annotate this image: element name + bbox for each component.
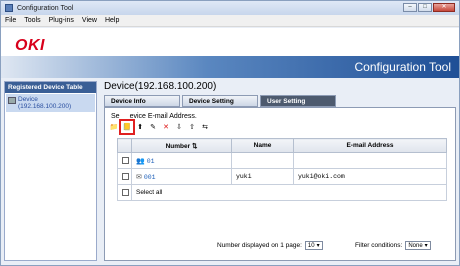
page-size-select[interactable]: 10 ▾ (304, 241, 323, 250)
row-checkbox[interactable] (122, 156, 129, 164)
row-checkbox-cell (117, 152, 132, 169)
menu-file[interactable]: File (1, 17, 20, 24)
row-checkbox[interactable] (122, 172, 129, 180)
folder-icon[interactable]: 📁 (109, 122, 119, 132)
contact-icon: ✉ (136, 173, 142, 181)
tab-device-setting[interactable]: Device Setting (182, 95, 258, 107)
page-size-label: Number displayed on 1 page: (217, 242, 302, 249)
table-row[interactable]: 👥 01 (117, 152, 447, 169)
checkbox-column-header (117, 138, 132, 153)
device-sidebar: Registered Device Table Device (192.168.… (4, 81, 97, 261)
close-button[interactable]: ✕ (433, 3, 455, 12)
window-title: Configuration Tool (17, 4, 74, 12)
device-name: Device (18, 96, 38, 103)
transfer-icon[interactable]: ⇆ (200, 122, 210, 132)
sort-icon: ⇅ (191, 142, 198, 150)
user-setting-panel: Se evice E-mail Address. 📁 📒 ⬆ ✎ ✕ ⇩ ⇧ ⇆ … (104, 107, 456, 261)
row-checkbox-cell (117, 184, 132, 201)
title-bar[interactable]: Configuration Tool – □ ✕ (1, 1, 459, 15)
oki-logo: OKI (15, 37, 45, 54)
instruction-text: Se evice E-mail Address. (111, 113, 197, 120)
number-cell: ✉ 001 (131, 168, 232, 185)
chevron-down-icon: ▾ (316, 243, 320, 249)
filter-select[interactable]: None ▾ (405, 241, 431, 250)
minimize-button[interactable]: – (403, 3, 417, 12)
menu-help[interactable]: Help (101, 17, 123, 24)
menu-view[interactable]: View (78, 17, 101, 24)
select-all-label[interactable]: Select all (131, 184, 447, 201)
toolbar: 📁 📒 ⬆ ✎ ✕ ⇩ ⇧ ⇆ (109, 119, 210, 135)
product-title: Configuration Tool (354, 60, 451, 74)
device-ip: (192.168.100.200) (18, 103, 72, 110)
delete-icon[interactable]: ✕ (161, 122, 171, 132)
name-cell: yuki (231, 168, 294, 185)
email-column-header[interactable]: E-mail Address (293, 138, 447, 153)
menu-bar: File Tools Plug-ins View Help (1, 15, 459, 27)
menu-tools[interactable]: Tools (20, 17, 44, 24)
table-row[interactable]: ✉ 001 yuki yuki@oki.com (117, 168, 447, 185)
maximize-button[interactable]: □ (418, 3, 432, 12)
number-cell: 👥 01 (131, 152, 232, 169)
chevron-down-icon: ▾ (424, 243, 428, 249)
upload-icon[interactable]: ⬆ (135, 122, 145, 132)
number-column-header[interactable]: Number ⇅ (131, 138, 232, 153)
table-header-row: Number ⇅ Name E-mail Address (117, 138, 447, 153)
sidebar-header: Registered Device Table (5, 82, 96, 93)
device-title: Device(192.168.100.200) (104, 81, 217, 92)
edit-icon[interactable]: ✎ (148, 122, 158, 132)
window-controls: – □ ✕ (403, 3, 455, 12)
device-icon (8, 97, 16, 104)
name-column-header[interactable]: Name (231, 138, 294, 153)
address-book-icon[interactable]: 📒 (119, 119, 135, 135)
email-cell: yuki@oki.com (293, 168, 447, 185)
export-icon[interactable]: ⇧ (187, 122, 197, 132)
email-cell (293, 152, 447, 169)
app-window: Configuration Tool – □ ✕ File Tools Plug… (0, 0, 460, 266)
tab-user-setting[interactable]: User Setting (260, 95, 336, 107)
group-icon: 👥 (136, 157, 145, 165)
tab-device-info[interactable]: Device Info (104, 95, 180, 107)
main-area: Device(192.168.100.200) Device Info Devi… (101, 79, 457, 263)
select-all-checkbox[interactable] (122, 188, 129, 196)
import-icon[interactable]: ⇩ (174, 122, 184, 132)
tab-bar: Device Info Device Setting User Setting (104, 95, 338, 107)
menu-plugins[interactable]: Plug-ins (45, 17, 78, 24)
filter-control: Filter conditions: None ▾ (355, 241, 431, 250)
app-icon (5, 4, 13, 12)
page-size-control: Number displayed on 1 page: 10 ▾ (217, 241, 323, 250)
address-table: Number ⇅ Name E-mail Address 👥 01 ✉ 001 yu… (117, 138, 447, 201)
row-checkbox-cell (117, 168, 132, 185)
select-all-row: Select all (117, 184, 447, 201)
banner: OKI Configuration Tool (1, 28, 459, 78)
filter-label: Filter conditions: (355, 242, 403, 249)
sidebar-item-device[interactable]: Device (192.168.100.200) (6, 94, 95, 112)
name-cell (231, 152, 294, 169)
